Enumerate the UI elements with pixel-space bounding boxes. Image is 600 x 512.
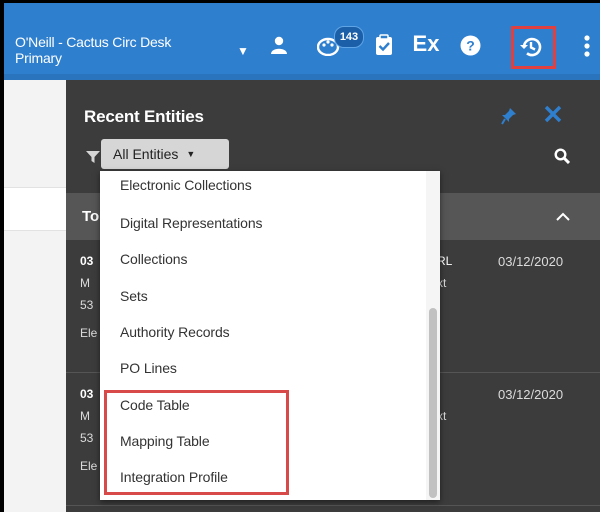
ex-icon[interactable]: Ex: [410, 31, 442, 57]
row-number: 53: [80, 298, 94, 312]
row-id: 03: [80, 387, 94, 401]
left-border: [0, 0, 4, 512]
location-desk: Primary: [15, 50, 62, 66]
search-icon[interactable]: [554, 148, 571, 169]
row-title: M: [80, 276, 90, 290]
close-icon[interactable]: [544, 105, 562, 128]
row-type: Ele: [80, 326, 98, 340]
filter-icon: [86, 151, 100, 169]
menu-scrollbar-thumb[interactable]: [429, 308, 437, 498]
menu-item-sets[interactable]: Sets: [120, 288, 148, 304]
menu-highlight-box: [104, 390, 289, 495]
menu-item-electronic-collections[interactable]: Electronic Collections: [120, 177, 252, 193]
main-content-strip: [4, 187, 66, 231]
location-selector[interactable]: O'Neill - Cactus Circ Desk Primary ▼: [15, 34, 249, 66]
chevron-up-icon[interactable]: [556, 209, 570, 226]
entity-filter-dropdown[interactable]: All Entities ▼: [101, 139, 229, 169]
user-icon[interactable]: [268, 34, 290, 56]
top-border: [0, 0, 600, 3]
row-date: 03/12/2020: [498, 387, 564, 402]
location-name: O'Neill - Cactus Circ Desk: [15, 34, 172, 50]
clipboard-check-icon[interactable]: [373, 33, 395, 57]
row-number: 53: [80, 431, 94, 445]
row-id: 03: [80, 254, 94, 268]
section-label: To: [82, 208, 100, 225]
row-date: 03/12/2020: [498, 254, 564, 269]
menu-item-collections[interactable]: Collections: [120, 251, 187, 267]
history-highlight-box: [511, 26, 556, 69]
more-vertical-icon[interactable]: [582, 33, 592, 59]
main-content-area: [4, 80, 66, 512]
svg-text:?: ?: [466, 37, 475, 53]
menu-item-po-lines[interactable]: PO Lines: [120, 360, 177, 376]
row-type: Ele: [80, 459, 98, 473]
top-bar: O'Neill - Cactus Circ Desk Primary ▼ 143…: [4, 3, 600, 83]
row-title: M: [80, 409, 90, 423]
menu-item-authority-records[interactable]: Authority Records: [120, 324, 230, 340]
caret-down-icon: ▼: [186, 149, 196, 159]
filter-label: All Entities: [113, 146, 179, 162]
task-count-badge: 143: [334, 26, 364, 48]
panel-title: Recent Entities: [84, 107, 204, 126]
help-icon[interactable]: ?: [459, 34, 481, 56]
caret-down-icon: ▼: [237, 44, 249, 58]
menu-item-digital-representations[interactable]: Digital Representations: [120, 215, 263, 231]
pin-icon[interactable]: [501, 107, 517, 130]
app-window: O'Neill - Cactus Circ Desk Primary ▼ 143…: [0, 0, 600, 512]
